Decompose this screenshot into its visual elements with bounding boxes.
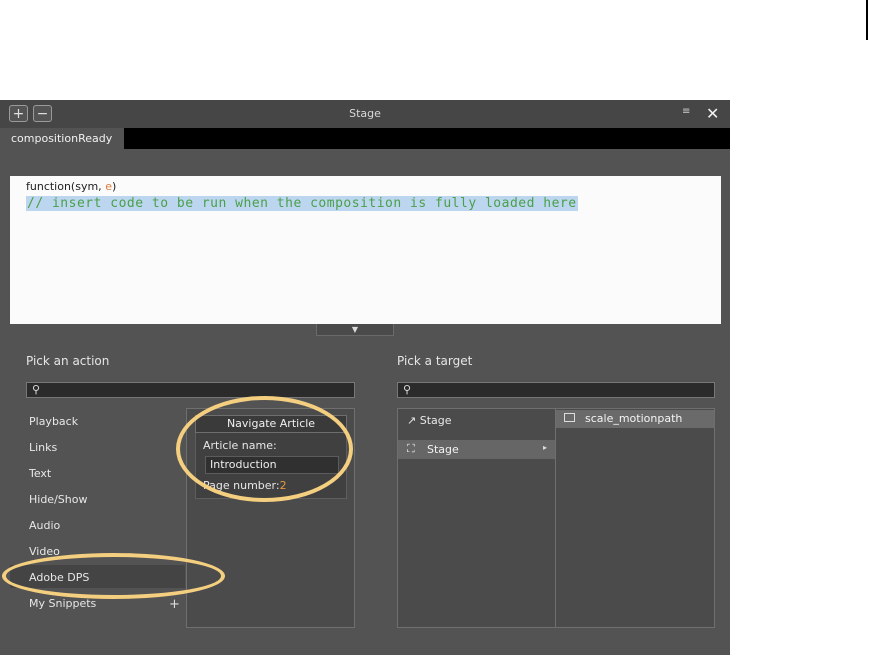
tab-composition-ready[interactable]: compositionReady <box>0 128 124 149</box>
event-tab-bar: compositionReady <box>0 128 730 149</box>
page-number-row: Page number:2 <box>203 479 287 492</box>
chevron-right-icon: ▸ <box>542 443 547 452</box>
code-editor[interactable]: function(sym, e) // insert code to be ru… <box>10 176 721 324</box>
add-snippet-icon[interactable]: + <box>169 597 180 612</box>
page-edge-divider <box>866 0 868 40</box>
target-item-label: Stage <box>427 443 459 456</box>
category-text[interactable]: Text <box>29 467 51 480</box>
navigate-article-action[interactable]: Navigate Article <box>195 415 347 433</box>
action-search-input[interactable]: ⚲ <box>26 382 355 398</box>
target-tree-children: scale_motionpath <box>556 408 715 628</box>
category-my-snippets[interactable]: My Snippets <box>29 597 96 610</box>
code-param: e <box>105 180 112 193</box>
article-name-label: Article name: <box>203 439 277 452</box>
code-function-signature: function(sym, e) <box>26 180 116 193</box>
target-tree-parent: ↗ Stage ⛶ Stage ▸ <box>397 408 556 628</box>
category-hide-show[interactable]: Hide/Show <box>29 493 87 506</box>
article-name-field[interactable]: Introduction <box>205 456 339 474</box>
target-item-scale-motionpath[interactable]: scale_motionpath <box>556 410 714 428</box>
category-playback[interactable]: Playback <box>29 415 78 428</box>
panel-title: Stage <box>349 107 381 120</box>
panel-titlebar: + − Stage ≡ ✕ <box>0 100 730 128</box>
stage-actions-panel: + − Stage ≡ ✕ compositionReady function(… <box>0 100 730 655</box>
category-links[interactable]: Links <box>29 441 57 454</box>
panel-menu-icon[interactable]: ≡ <box>682 106 690 117</box>
code-prefix: function(sym, <box>26 180 106 193</box>
code-comment-line[interactable]: // insert code to be run when the compos… <box>26 196 578 211</box>
category-adobe-dps[interactable]: Adobe DPS <box>29 571 89 584</box>
page-number-label: Page number: <box>203 479 280 492</box>
page-number-value[interactable]: 2 <box>280 479 287 492</box>
target-search-input[interactable]: ⚲ <box>397 382 715 398</box>
close-icon[interactable]: ✕ <box>706 104 719 123</box>
editor-expand-toggle[interactable]: ▼ <box>316 324 394 336</box>
stage-icon: ⛶ <box>407 442 415 455</box>
target-item-stage[interactable]: ⛶ Stage ▸ <box>398 440 555 459</box>
action-list: Navigate Article Article name: Introduct… <box>186 408 355 628</box>
target-up-stage[interactable]: ↗ Stage <box>407 414 452 427</box>
category-video[interactable]: Video <box>29 545 60 558</box>
category-audio[interactable]: Audio <box>29 519 60 532</box>
navigate-article-details: Article name: Introduction Page number:2 <box>195 433 347 499</box>
pick-action-heading: Pick an action <box>26 354 110 368</box>
chevron-down-icon: ▼ <box>351 325 359 334</box>
target-child-label: scale_motionpath <box>585 412 683 425</box>
code-suffix: ) <box>111 180 117 193</box>
pick-target-heading: Pick a target <box>397 354 473 368</box>
image-icon <box>564 413 575 422</box>
search-icon: ⚲ <box>32 383 41 396</box>
search-icon: ⚲ <box>403 383 412 396</box>
target-up-label: Stage <box>419 414 452 427</box>
